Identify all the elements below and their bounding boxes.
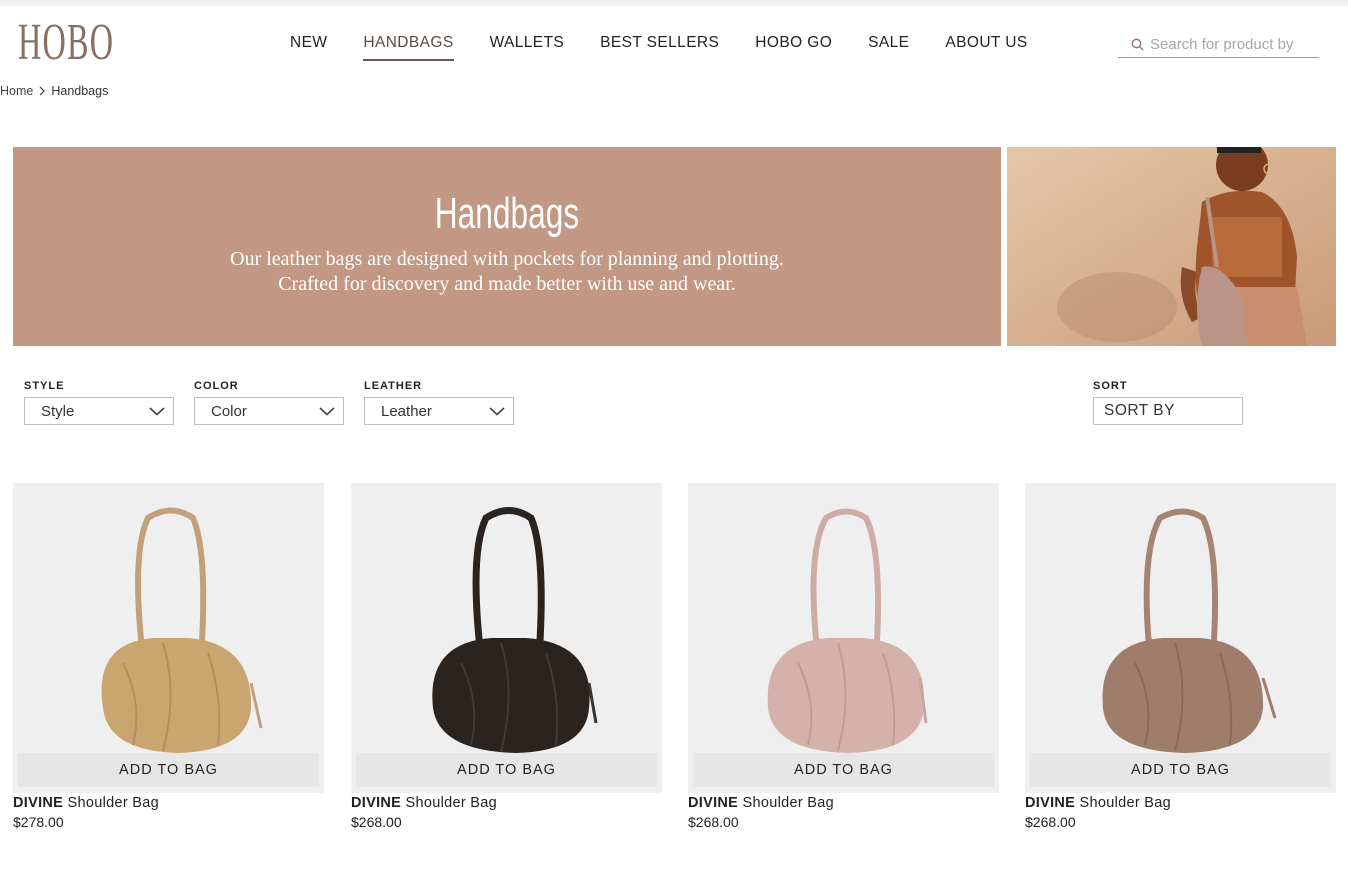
add-to-bag-button[interactable]: ADD TO BAG: [356, 753, 657, 787]
product-name[interactable]: DIVINE Shoulder Bag: [351, 795, 662, 811]
product-card[interactable]: ADD TO BAG DIVINE Shoulder Bag $268.00: [688, 483, 999, 830]
product-brand: DIVINE: [351, 795, 402, 811]
product-image[interactable]: ADD TO BAG: [13, 483, 324, 793]
filter-color: COLOR Color: [194, 380, 344, 425]
product-price: $268.00: [1025, 814, 1076, 830]
style-dropdown[interactable]: Style: [24, 397, 174, 425]
main-nav: NEW HANDBAGS WALLETS BEST SELLERS HOBO G…: [290, 34, 1064, 61]
add-to-bag-button[interactable]: ADD TO BAG: [693, 753, 994, 787]
nav-item-wallets[interactable]: WALLETS: [490, 34, 565, 61]
search-input[interactable]: [1150, 36, 1315, 53]
product-type: Shoulder Bag: [1079, 795, 1171, 811]
breadcrumb-home-link[interactable]: Home: [0, 84, 33, 98]
nav-item-new[interactable]: NEW: [290, 34, 327, 61]
breadcrumb: Home Handbags: [0, 84, 108, 98]
logo-text: HOBO: [18, 14, 115, 71]
filter-style-label: STYLE: [24, 380, 65, 392]
nav-item-hobo-go[interactable]: HOBO GO: [755, 34, 832, 61]
sort-dropdown[interactable]: SORT BY: [1093, 397, 1243, 425]
sort-label: SORT: [1093, 380, 1128, 392]
product-brand: DIVINE: [688, 795, 739, 811]
hero-description: Our leather bags are designed with pocke…: [13, 247, 1001, 297]
chevron-down-icon: [489, 403, 505, 420]
handbag-image: [1102, 508, 1277, 753]
filter-leather-label: LEATHER: [364, 380, 423, 392]
search-bar: [1118, 32, 1319, 58]
nav-item-handbags[interactable]: HANDBAGS: [363, 34, 454, 61]
chevron-right-icon: [38, 86, 46, 96]
product-name[interactable]: DIVINE Shoulder Bag: [688, 795, 999, 811]
product-image[interactable]: ADD TO BAG: [1025, 483, 1336, 793]
style-dropdown-value: Style: [41, 402, 75, 420]
product-price: $268.00: [688, 814, 739, 830]
page-title: Handbags: [434, 189, 580, 238]
color-dropdown-value: Color: [211, 402, 247, 420]
brand-logo[interactable]: HOBO: [18, 14, 115, 71]
filter-sort: SORT SORT BY: [1093, 380, 1243, 425]
filter-leather: LEATHER Leather: [364, 380, 514, 425]
nav-item-best-sellers[interactable]: BEST SELLERS: [600, 34, 719, 61]
add-to-bag-button[interactable]: ADD TO BAG: [18, 753, 319, 787]
nav-item-about-us[interactable]: ABOUT US: [945, 34, 1027, 61]
product-brand: DIVINE: [1025, 795, 1076, 811]
product-type: Shoulder Bag: [405, 795, 497, 811]
chevron-down-icon: [319, 403, 335, 420]
hero-banner: Handbags Our leather bags are designed w…: [13, 147, 1001, 346]
chevron-down-icon: [149, 403, 165, 420]
search-icon[interactable]: [1124, 34, 1150, 56]
hero-lifestyle-image: [1007, 147, 1336, 346]
handbag-image: [432, 507, 598, 753]
filter-style: STYLE Style: [24, 380, 174, 425]
product-name[interactable]: DIVINE Shoulder Bag: [13, 795, 324, 811]
product-card[interactable]: ADD TO BAG DIVINE Shoulder Bag $268.00: [351, 483, 662, 830]
filter-color-label: COLOR: [194, 380, 239, 392]
product-name[interactable]: DIVINE Shoulder Bag: [1025, 795, 1336, 811]
breadcrumb-current: Handbags: [51, 84, 109, 98]
leather-dropdown-value: Leather: [381, 402, 432, 420]
product-price: $268.00: [351, 814, 402, 830]
product-card[interactable]: ADD TO BAG DIVINE Shoulder Bag $278.00: [13, 483, 324, 830]
product-type: Shoulder Bag: [742, 795, 834, 811]
handbag-image: [101, 507, 263, 753]
product-card[interactable]: ADD TO BAG DIVINE Shoulder Bag $268.00: [1025, 483, 1336, 830]
product-type: Shoulder Bag: [67, 795, 159, 811]
product-image[interactable]: ADD TO BAG: [351, 483, 662, 793]
sort-dropdown-value: SORT BY: [1104, 402, 1175, 419]
leather-dropdown[interactable]: Leather: [364, 397, 514, 425]
product-price: $278.00: [13, 814, 64, 830]
nav-item-sale[interactable]: SALE: [868, 34, 909, 61]
color-dropdown[interactable]: Color: [194, 397, 344, 425]
product-brand: DIVINE: [13, 795, 64, 811]
add-to-bag-button[interactable]: ADD TO BAG: [1030, 753, 1331, 787]
hero-description-line-1: Our leather bags are designed with pocke…: [230, 248, 784, 270]
top-strip: [0, 0, 1348, 6]
handbag-image: [767, 508, 928, 753]
hero-description-line-2: Crafted for discovery and made better wi…: [278, 273, 736, 295]
product-image[interactable]: ADD TO BAG: [688, 483, 999, 793]
